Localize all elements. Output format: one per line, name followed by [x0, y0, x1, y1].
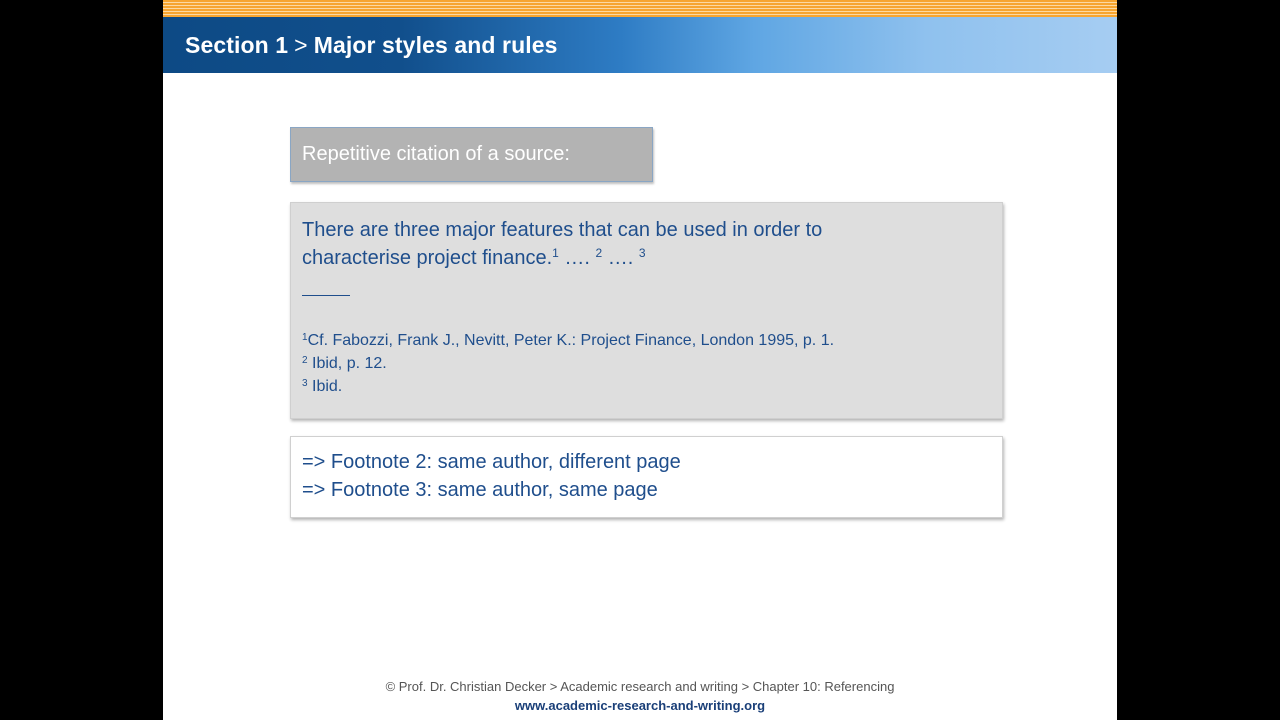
footnote-text: Ibid. [307, 378, 343, 395]
example-text: There are three major features that can … [302, 216, 991, 272]
footer-url-link[interactable]: www.academic-research-and-writing.org [163, 698, 1117, 713]
slide-title: Major styles and rules [313, 31, 558, 58]
footnote-item: 2 Ibid, p. 12. [302, 352, 991, 375]
footnote-marker-1: 1 [552, 246, 559, 260]
example-line-1: There are three major features that can … [302, 219, 823, 241]
conclusion-box: => Footnote 2: same author, different pa… [290, 436, 1003, 518]
slide: Section 1 > Major styles and rules Repetit… [163, 0, 1117, 720]
footnote-text: Cf. Fabozzi, Frank J., Nevitt, Peter K.:… [307, 332, 835, 349]
footnote-item: 1Cf. Fabozzi, Frank J., Nevitt, Peter K.… [302, 329, 991, 352]
header-title: Section 1 > Major styles and rules [185, 32, 558, 59]
footnote-text: Ibid, p. 12. [307, 355, 387, 372]
ellipsis-1: …. [558, 247, 596, 269]
footnote-separator-line [302, 295, 350, 296]
example-line-2: characterise project finance.1 …. 2 …. 3 [302, 244, 991, 272]
ellipsis-2: …. [602, 247, 639, 269]
topic-label: Repetitive citation of a source: [302, 143, 570, 165]
topic-label-box: Repetitive citation of a source: [290, 127, 653, 182]
footer-credit: © Prof. Dr. Christian Decker > Academic … [385, 679, 895, 694]
conclusion-line-2: => Footnote 3: same author, same page [302, 479, 658, 501]
section-label: Section 1 [185, 31, 289, 58]
breadcrumb-separator: > [294, 31, 308, 58]
footnote-marker-3: 3 [638, 246, 646, 260]
footnote-item: 3 Ibid. [302, 375, 991, 398]
conclusion-line-1: => Footnote 2: same author, different pa… [302, 451, 681, 473]
top-stripe-band [163, 0, 1117, 17]
example-line-2-text: characterise project finance. [302, 247, 553, 269]
footnote-list: 1Cf. Fabozzi, Frank J., Nevitt, Peter K.… [302, 329, 991, 398]
header-bar: Section 1 > Major styles and rules [163, 17, 1117, 73]
example-box: There are three major features that can … [290, 202, 1003, 419]
